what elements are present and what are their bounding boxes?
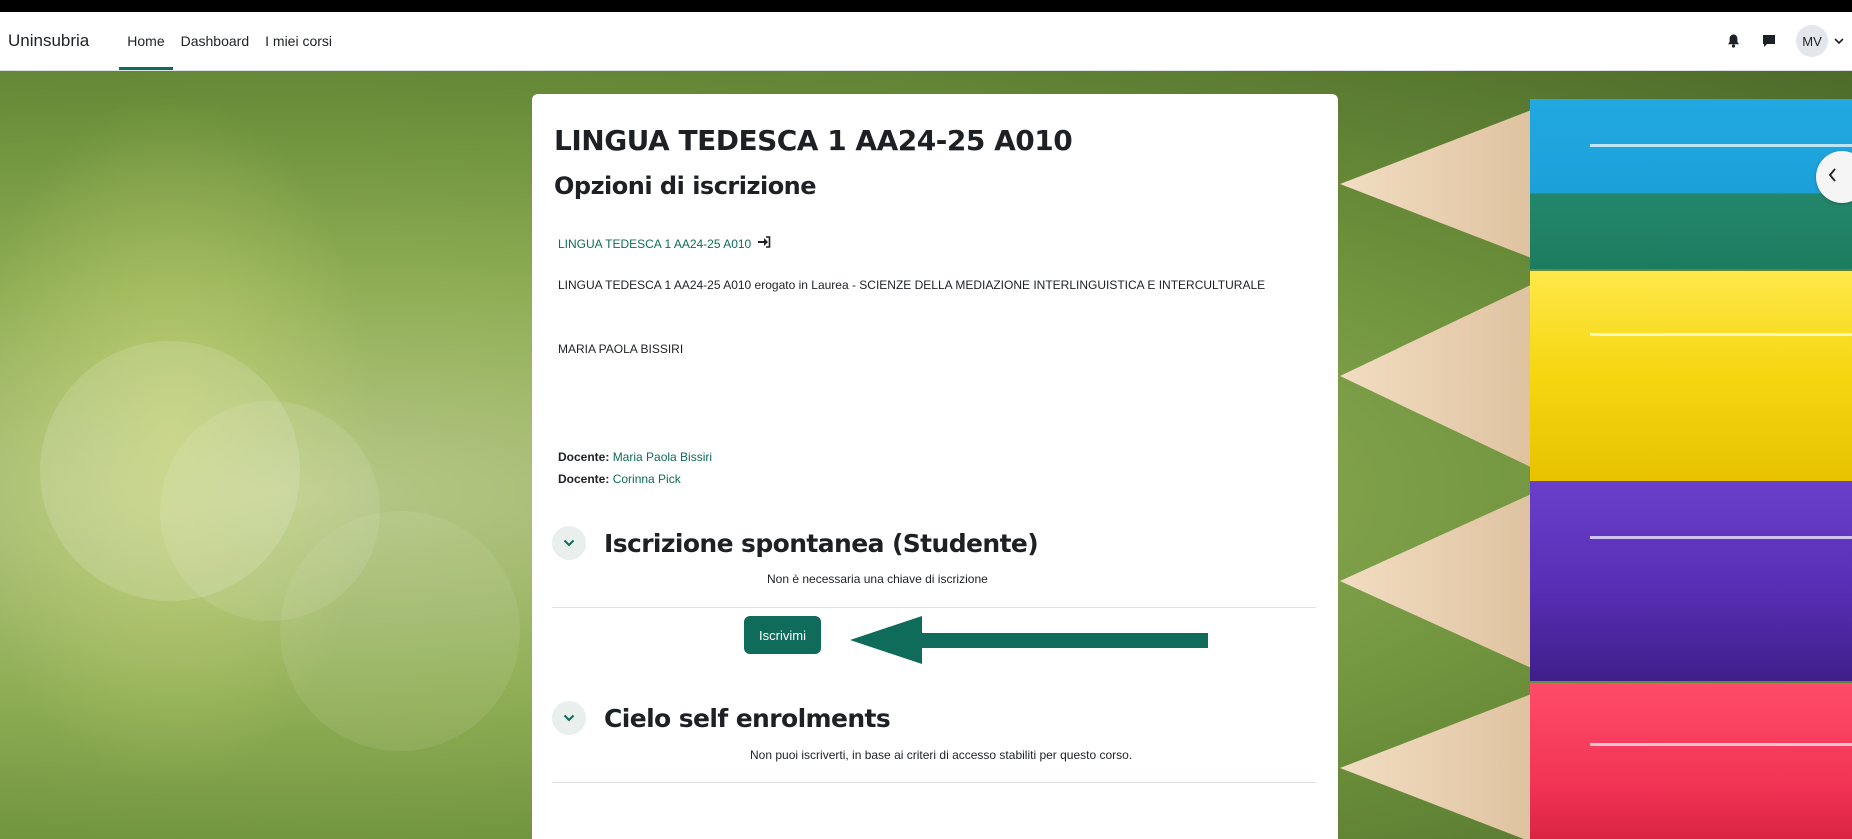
- enrol-note: Non è necessaria una chiave di iscrizion…: [767, 572, 988, 586]
- divider: [552, 607, 1316, 608]
- pencil-yellow: [1340, 271, 1852, 481]
- chevron-down-icon[interactable]: [552, 526, 586, 560]
- teacher-role: Docente:: [558, 450, 610, 464]
- primary-nav: Home Dashboard I miei corsi: [119, 12, 340, 70]
- enrol-note: Non puoi iscriverti, in base ai criteri …: [750, 748, 1133, 762]
- chevron-left-icon: [1828, 167, 1837, 187]
- user-menu[interactable]: MV: [1796, 25, 1844, 57]
- enrol-button[interactable]: Iscrivimi: [744, 616, 821, 654]
- pencil-blue: [1340, 99, 1852, 269]
- enrol-method-cielo[interactable]: Cielo self enrolments: [552, 701, 891, 735]
- navbar-right: MV: [1724, 12, 1844, 70]
- enrol-method-self[interactable]: Iscrizione spontanea (Studente): [552, 526, 1039, 560]
- section-title: Iscrizione spontanea (Studente): [604, 528, 1039, 558]
- section-title: Cielo self enrolments: [604, 703, 891, 733]
- course-summary: LINGUA TEDESCA 1 AA24-25 A010 erogato in…: [558, 278, 1266, 292]
- teacher-list: Docente: Maria Paola Bissiri Docente: Co…: [558, 446, 712, 490]
- course-title: LINGUA TEDESCA 1 AA24-25 A010: [554, 124, 1073, 157]
- avatar[interactable]: MV: [1796, 25, 1828, 57]
- pencil-purple: [1340, 481, 1852, 681]
- top-border: [0, 0, 1852, 12]
- bell-icon[interactable]: [1724, 32, 1742, 50]
- pencil-red: [1340, 683, 1852, 839]
- annotation-arrow: [850, 614, 1210, 671]
- teacher-link[interactable]: Corinna Pick: [613, 472, 681, 486]
- teacher-item: Docente: Corinna Pick: [558, 468, 712, 490]
- course-link[interactable]: LINGUA TEDESCA 1 AA24-25 A010: [558, 236, 771, 251]
- chat-icon[interactable]: [1760, 32, 1778, 50]
- chevron-down-icon[interactable]: [552, 701, 586, 735]
- nav-my-courses[interactable]: I miei corsi: [257, 12, 340, 70]
- brand-logo[interactable]: Uninsubria: [8, 31, 89, 51]
- chevron-down-icon[interactable]: [1834, 32, 1844, 50]
- navbar: Uninsubria Home Dashboard I miei corsi M…: [0, 12, 1852, 71]
- nav-home[interactable]: Home: [119, 12, 173, 70]
- divider: [552, 782, 1316, 783]
- page-title: Opzioni di iscrizione: [554, 172, 817, 200]
- enter-icon: [757, 236, 771, 251]
- nav-dashboard[interactable]: Dashboard: [173, 12, 258, 70]
- course-link-label[interactable]: LINGUA TEDESCA 1 AA24-25 A010: [558, 237, 751, 251]
- enrol-card: LINGUA TEDESCA 1 AA24-25 A010 Opzioni di…: [532, 94, 1338, 839]
- course-summary-name: MARIA PAOLA BISSIRI: [558, 342, 684, 356]
- teacher-item: Docente: Maria Paola Bissiri: [558, 446, 712, 468]
- teacher-link[interactable]: Maria Paola Bissiri: [613, 450, 712, 464]
- teacher-role: Docente:: [558, 472, 610, 486]
